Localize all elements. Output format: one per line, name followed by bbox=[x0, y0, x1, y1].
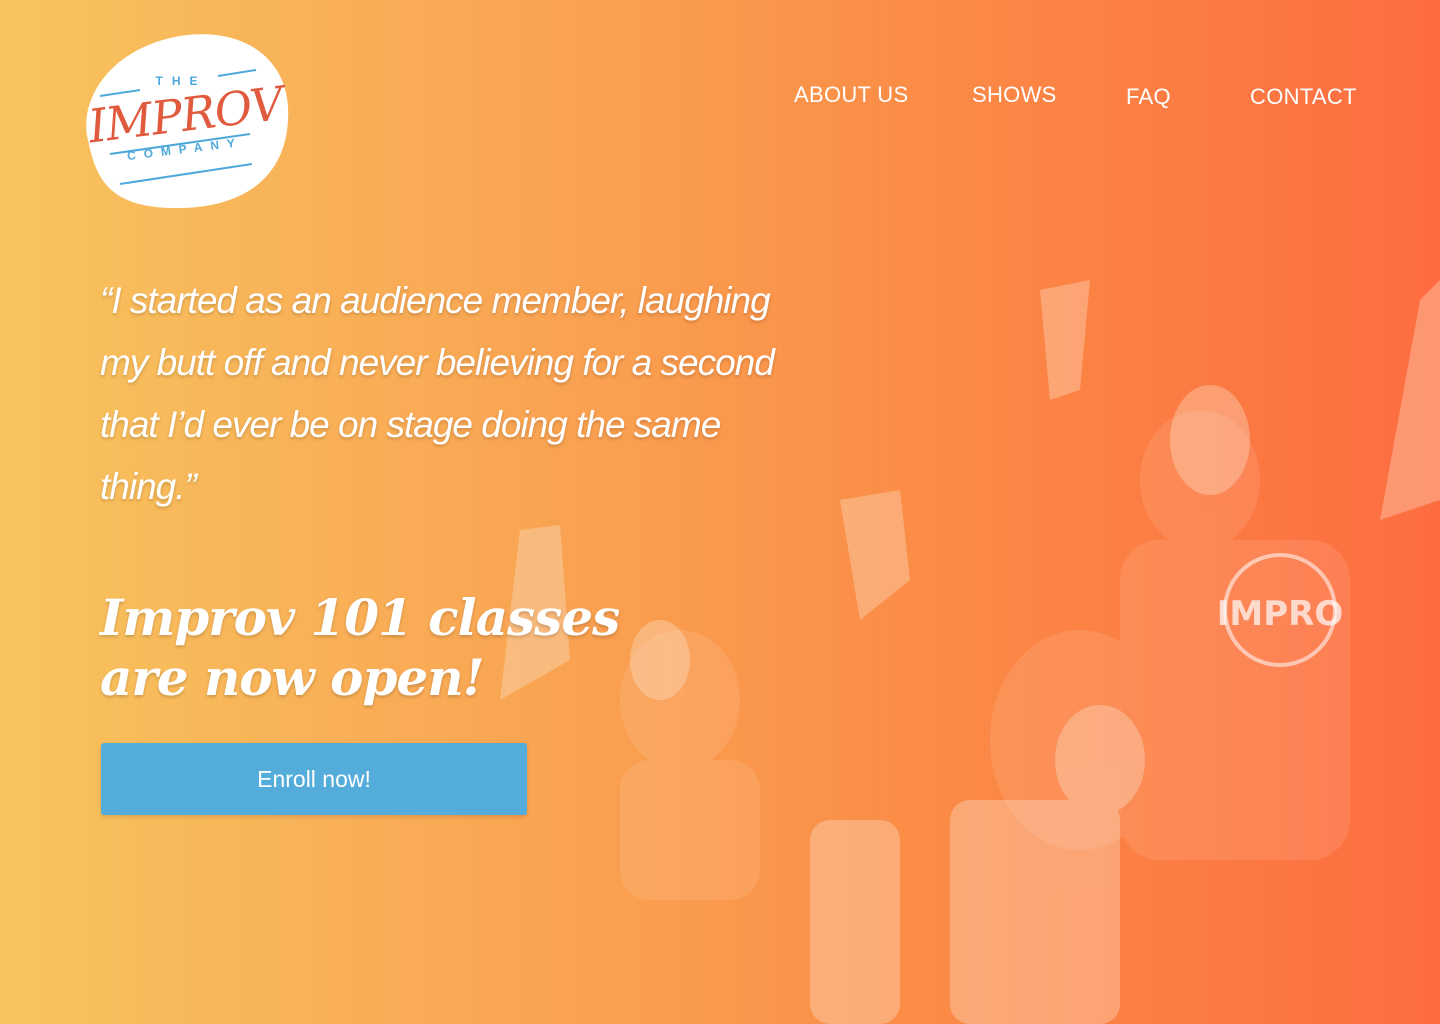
nav-about-us[interactable]: ABOUT US bbox=[794, 82, 908, 108]
main-nav: ABOUT US SHOWS FAQ CONTACT bbox=[0, 80, 1440, 120]
company-logo[interactable]: THE IMPROV COMPANY bbox=[70, 30, 292, 210]
headline-line-1: Improv 101 classes bbox=[100, 588, 620, 647]
class-announcement-headline: Improv 101 classes are now open! bbox=[100, 588, 660, 708]
testimonial-quote: “I started as an audience member, laughi… bbox=[100, 280, 775, 507]
nav-faq[interactable]: FAQ bbox=[1126, 84, 1171, 110]
nav-shows[interactable]: SHOWS bbox=[972, 82, 1057, 108]
enroll-now-button[interactable]: Enroll now! bbox=[101, 743, 527, 815]
svg-text:IMPRO: IMPRO bbox=[1217, 594, 1344, 634]
headline-line-2: are now open! bbox=[100, 648, 485, 707]
nav-contact[interactable]: CONTACT bbox=[1250, 84, 1357, 110]
